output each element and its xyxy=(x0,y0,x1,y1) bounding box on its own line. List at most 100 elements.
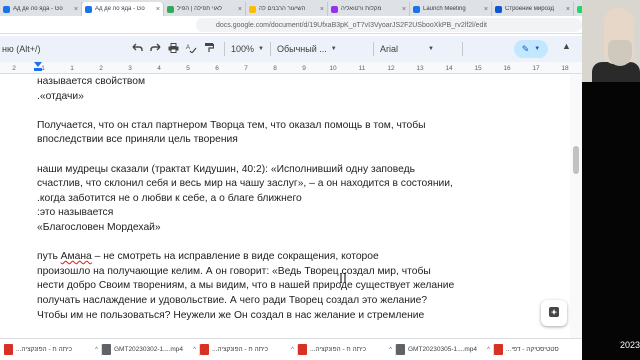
close-tab-icon[interactable]: × xyxy=(238,6,242,13)
ruler-number: 2 xyxy=(99,65,103,72)
tab-strip: Ад де ло яда - Go × Ад де ло яда - Go × לאוי… xyxy=(0,0,582,16)
browser-tab[interactable]: WhatsApp× xyxy=(574,2,582,16)
document-line: .когда заботится не о любви к себе, а о … xyxy=(37,192,302,204)
ruler: 2 1 1 2 3 4 5 6 7 8 9 10 11 12 13 14 15 16 17 18 xyxy=(0,62,582,74)
misspelled-word[interactable]: Амана xyxy=(61,251,92,262)
ruler-number: 3 xyxy=(128,65,132,72)
ruler-number: 18 xyxy=(561,65,569,72)
ruler-number: 16 xyxy=(503,65,511,72)
tab-title: מקלות ורטואליה xyxy=(341,6,382,12)
mouse-cursor-icon xyxy=(340,270,347,284)
document-line: путь Амана – не смотреть на исправление … xyxy=(37,251,379,263)
chevron-up-icon[interactable]: ^ xyxy=(291,347,294,353)
document-page[interactable]: называется свойством .«отдачи» Получается,… xyxy=(0,74,570,338)
chevron-down-icon: ▼ xyxy=(534,46,541,52)
download-filename: GMT20230302-1....mp4 xyxy=(114,346,184,353)
ruler-number: 2 xyxy=(12,65,16,72)
tab-favicon-icon xyxy=(331,5,338,13)
editing-mode-button[interactable]: ✎ ▼ xyxy=(514,40,548,58)
browser-tab[interactable]: לאוי תפילה | הפיל × xyxy=(164,2,246,16)
download-filename: GMT20230305-1....mp4 xyxy=(408,346,478,353)
font-select[interactable]: Arial ▼ xyxy=(380,44,456,54)
browser-tab[interactable]: Launch Meeting × xyxy=(410,2,492,16)
system-clock: 2023- xyxy=(620,340,640,350)
chevron-up-icon[interactable]: ^ xyxy=(95,347,98,353)
tab-favicon-icon xyxy=(495,5,502,13)
ruler-number: 9 xyxy=(302,65,306,72)
close-tab-icon[interactable]: × xyxy=(320,6,324,13)
docs-toolbar: ню (Alt+/) A 100% ▼ Обычный ... ▼ Arial … xyxy=(0,36,582,62)
video-file-icon xyxy=(396,344,405,355)
chevron-up-icon[interactable]: ^ xyxy=(389,347,392,353)
close-tab-icon[interactable]: × xyxy=(402,6,406,13)
ruler-number: 13 xyxy=(416,65,424,72)
print-icon[interactable] xyxy=(164,42,182,56)
close-tab-icon[interactable]: × xyxy=(566,6,570,13)
browser-tab[interactable]: Строение мирозд × xyxy=(492,2,574,16)
chevron-down-icon: ▼ xyxy=(330,46,337,52)
paint-format-icon[interactable] xyxy=(200,42,218,56)
ruler-number: 12 xyxy=(387,65,395,72)
omnibox[interactable]: docs.google.com/document/d/19UfxaB3pK_oT… xyxy=(196,18,582,32)
download-item[interactable]: ...סטטיסטיקה - דפי^ xyxy=(494,341,582,359)
browser-tab[interactable]: Ад де ло яда - Go × xyxy=(82,2,164,16)
download-item[interactable]: ...כיתה ח - הפונקציה ^ xyxy=(4,341,102,359)
download-item[interactable]: ...כיתה ח - הפונקציה ^ xyxy=(298,341,396,359)
browser-tab[interactable]: מקלות ורטואליה × xyxy=(328,2,410,16)
explore-button[interactable] xyxy=(541,300,567,326)
webcam-video: 2023- xyxy=(582,0,640,360)
scrollbar-thumb[interactable] xyxy=(573,146,579,174)
pdf-file-icon xyxy=(494,344,503,355)
collapse-menus-icon[interactable]: ▲ xyxy=(562,41,571,51)
explore-icon xyxy=(548,306,560,321)
font-value: Arial xyxy=(379,44,398,54)
document-line: Получается, что он стал партнером Творца… xyxy=(37,119,426,131)
document-line: :это называется xyxy=(37,207,114,219)
zoom-select[interactable]: 100% ▼ xyxy=(231,44,264,54)
undo-icon[interactable] xyxy=(128,43,146,55)
ruler-number: 1 xyxy=(70,65,74,72)
svg-text:A: A xyxy=(186,45,190,51)
close-tab-icon[interactable]: × xyxy=(156,6,160,13)
document-line: впоследствии все приняли цель творения xyxy=(37,134,238,146)
download-filename: ...סטטיסטיקה - דפי xyxy=(506,346,559,353)
pdf-file-icon xyxy=(298,344,307,355)
presenter-beard xyxy=(608,40,632,66)
menu-search[interactable]: ню (Alt+/) xyxy=(0,44,128,54)
ruler-number: 4 xyxy=(157,65,161,72)
vertical-scrollbar[interactable] xyxy=(570,74,582,338)
ruler-number: 5 xyxy=(186,65,190,72)
redo-icon[interactable] xyxy=(146,43,164,55)
browser-tab[interactable]: Ад де ло яда - Go × xyxy=(0,2,82,16)
spellcheck-icon[interactable]: A xyxy=(182,43,200,56)
document-line: произошло на получающие келим. А он гово… xyxy=(37,265,431,277)
style-select[interactable]: Обычный ... ▼ xyxy=(277,44,367,54)
close-tab-icon[interactable]: × xyxy=(74,6,78,13)
download-item[interactable]: ...כיתה ח - הפונקציה ^ xyxy=(200,341,298,359)
document-line: называется свойством xyxy=(37,76,146,87)
tab-favicon-icon xyxy=(85,5,92,13)
tab-favicon-icon xyxy=(3,5,10,13)
close-tab-icon[interactable]: × xyxy=(484,6,488,13)
ruler-number: 17 xyxy=(532,65,540,72)
download-filename: ...כיתה ח - הפונקציה xyxy=(310,346,367,353)
ruler-number: 1 xyxy=(41,65,45,72)
document-line: получать наслаждение и удовольствие. А ч… xyxy=(37,295,428,306)
tab-title: לאוי תפילה | הפיל xyxy=(177,6,223,12)
pencil-icon: ✎ xyxy=(521,43,530,54)
download-item[interactable]: GMT20230305-1....mp4 ^ xyxy=(396,341,494,359)
download-item[interactable]: GMT20230302-1....mp4 ^ xyxy=(102,341,200,359)
url-text: docs.google.com/document/d/19UfxaB3pK_oT… xyxy=(216,21,487,29)
browser-window: Ад де ло яда - Go × Ад де ло яда - Go × לאוי… xyxy=(0,0,582,360)
pdf-file-icon xyxy=(4,344,13,355)
tab-favicon-icon xyxy=(167,5,174,13)
document-line: счастлив, что склонил себя и весь мир на… xyxy=(37,178,453,190)
tab-title: Launch Meeting xyxy=(423,6,466,12)
browser-tab[interactable]: השיעור הרבנים לה × xyxy=(246,2,328,16)
tab-title: Ад де ло яда - Go xyxy=(13,6,63,12)
chevron-up-icon[interactable]: ^ xyxy=(487,347,490,353)
document-line: Чтобы им не пользоваться? Неужели же Он … xyxy=(37,309,425,321)
chevron-up-icon[interactable]: ^ xyxy=(193,347,196,353)
toolbar-divider xyxy=(461,42,463,56)
tab-favicon-icon xyxy=(413,5,420,13)
